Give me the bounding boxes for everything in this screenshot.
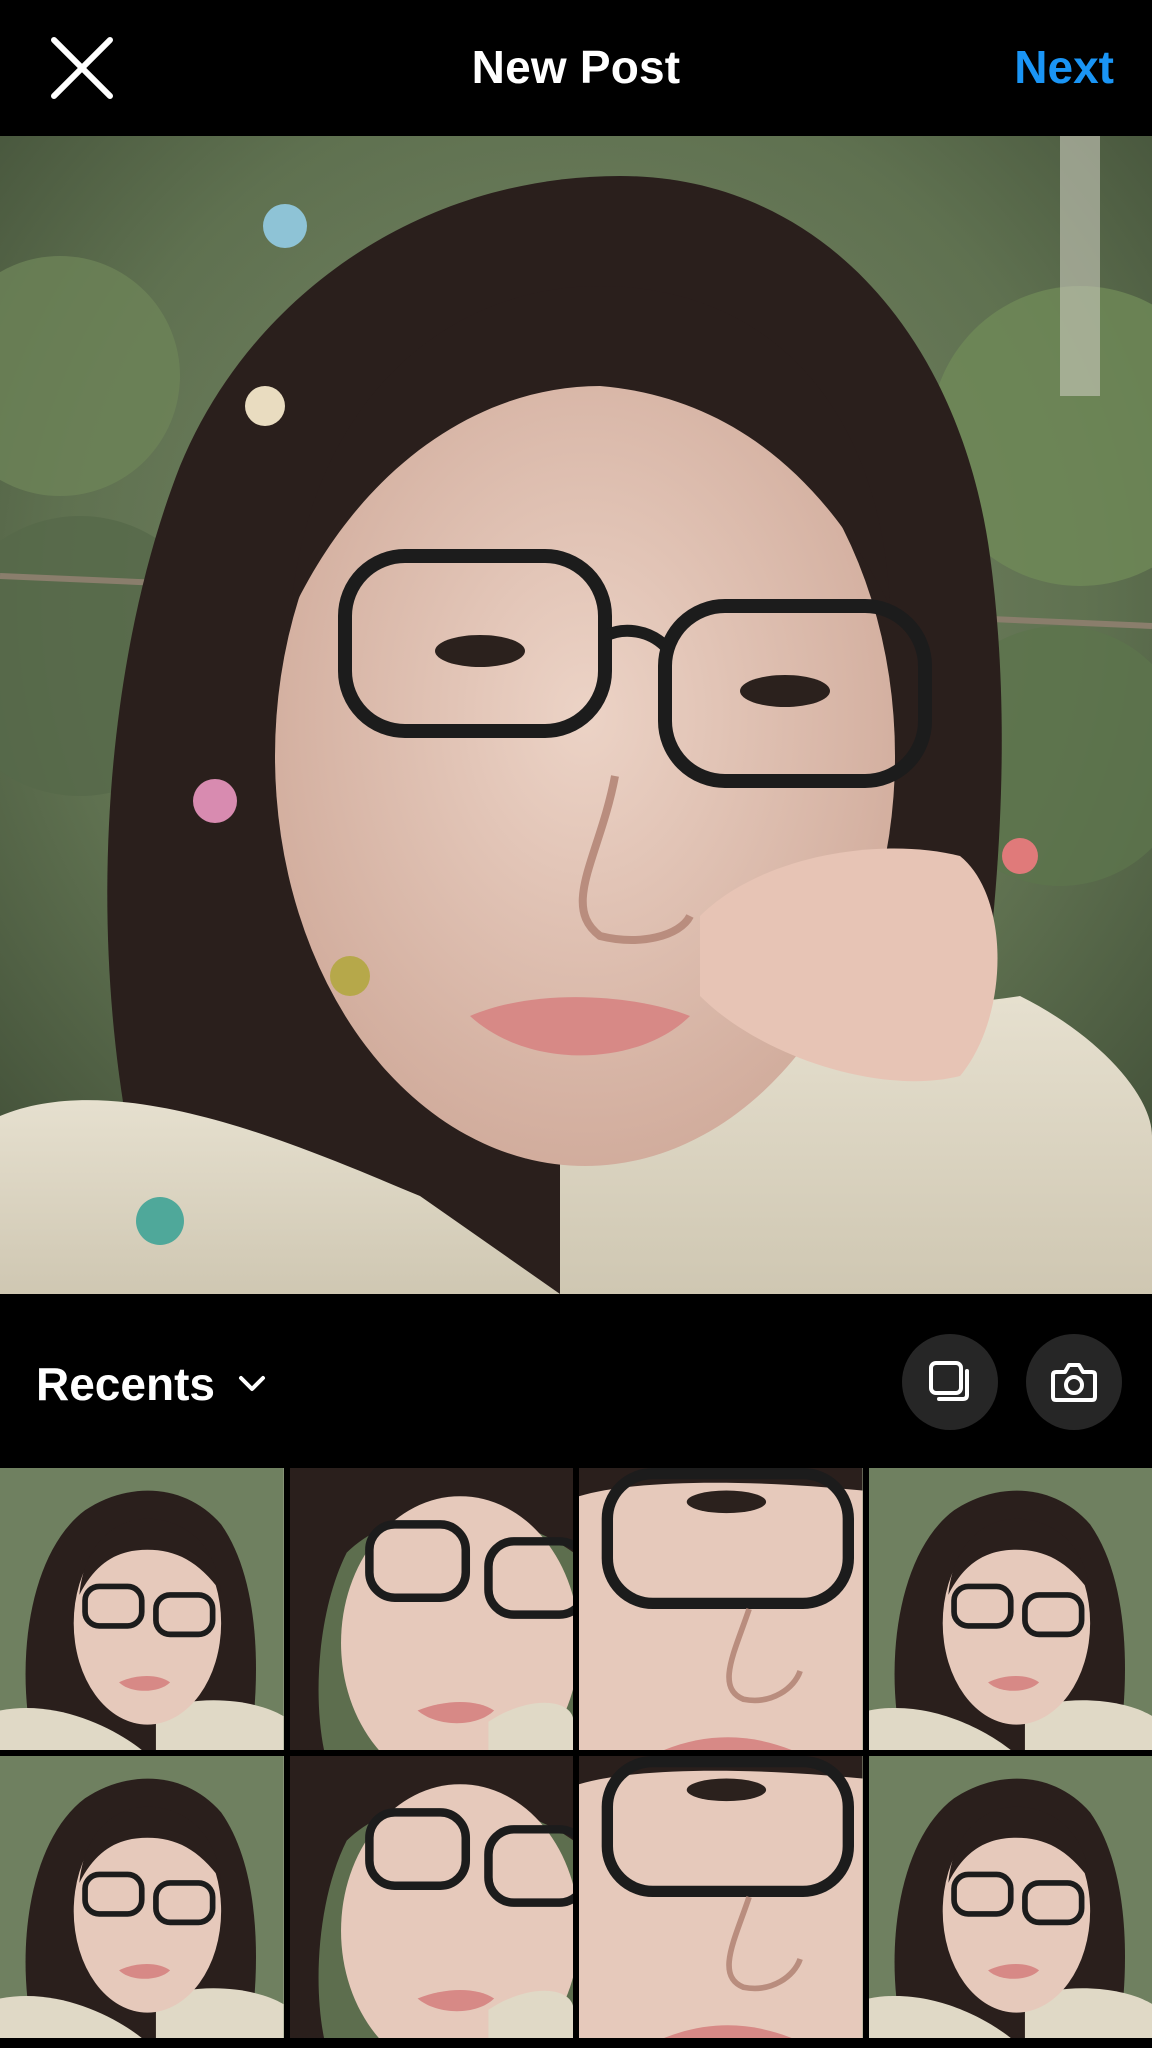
camera-button[interactable]	[1026, 1334, 1122, 1430]
top-bar: New Post Next	[0, 0, 1152, 136]
gallery-thumbnail[interactable]	[579, 1756, 863, 2038]
recents-gallery-grid	[0, 1468, 1152, 2048]
gallery-thumbnail[interactable]	[289, 1468, 573, 1750]
gallery-thumbnail[interactable]	[0, 1468, 284, 1750]
select-multiple-button[interactable]	[902, 1334, 998, 1430]
gallery-thumbnail[interactable]	[0, 1756, 284, 2038]
next-button[interactable]: Next	[1014, 40, 1114, 94]
recents-label: Recents	[36, 1358, 215, 1410]
new-post-screen: New Post Next Recents	[0, 0, 1152, 2048]
page-title: New Post	[471, 41, 681, 93]
gallery-thumbnail[interactable]	[868, 1756, 1152, 2038]
camera-icon	[1051, 1363, 1097, 1402]
gallery-thumbnail[interactable]	[579, 1468, 863, 1750]
selfie-photo	[0, 136, 1152, 1294]
recents-dropdown[interactable]: Recents	[36, 1354, 267, 1414]
multi-select-icon	[929, 1361, 969, 1401]
gallery-toolbar: Recents	[0, 1294, 1152, 1468]
gallery-thumbnail[interactable]	[289, 1756, 573, 2038]
selected-photo-preview[interactable]	[0, 136, 1152, 1294]
chevron-down-icon	[238, 1376, 265, 1391]
gallery-thumbnail[interactable]	[868, 1468, 1152, 1750]
